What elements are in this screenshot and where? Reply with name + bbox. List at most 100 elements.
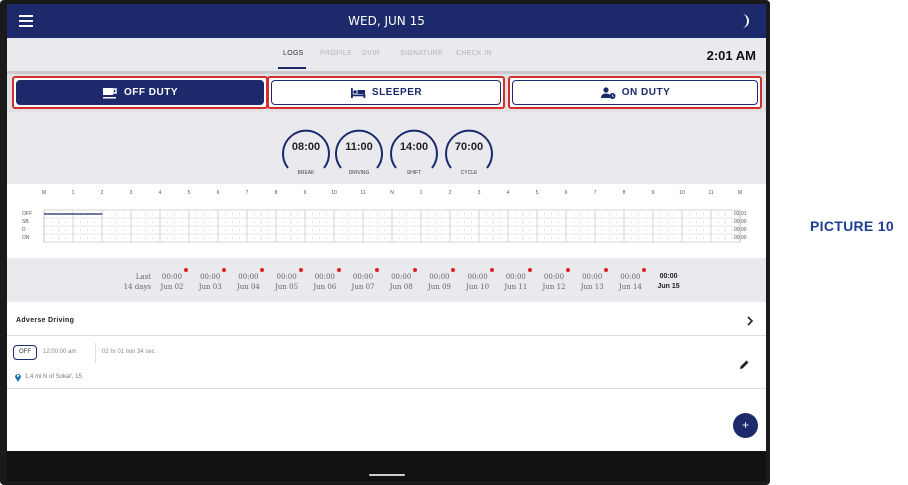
graph-hour-label: 2 xyxy=(100,190,104,196)
graph-hour-label: M xyxy=(41,190,47,196)
cycle-timer: 70:00 CYCLE xyxy=(444,126,494,176)
graph-hour-label: 9 xyxy=(651,190,655,196)
recap-day-hours: 00:00 xyxy=(276,273,297,281)
off-duty-button[interactable]: OFF DUTY xyxy=(12,76,268,109)
recap-day-date: Jun 03 xyxy=(198,283,222,291)
active-tab-indicator xyxy=(278,67,306,69)
app-screen: WED, JUN 15 LOGS PROFILE DVIR SIGNATURE … xyxy=(7,4,766,481)
home-handle[interactable] xyxy=(369,474,405,476)
recap-day-hours: 00:00 xyxy=(505,273,526,281)
recap-day[interactable]: 00:00 Jun 04 xyxy=(229,268,267,292)
driving-timer-value: 11:00 xyxy=(345,141,373,153)
recap-day-date: Jun 09 xyxy=(427,283,451,291)
recap-day-date: Jun 10 xyxy=(466,283,490,291)
system-nav-bar xyxy=(7,451,766,481)
graph-hour-label: 6 xyxy=(564,190,568,196)
graph-hour-label: M xyxy=(737,190,743,196)
tab-logs[interactable]: LOGS xyxy=(283,50,304,57)
tab-check-in[interactable]: CHECK IN xyxy=(456,50,492,57)
sleeper-label: SLEEPER xyxy=(371,87,423,98)
recap-day[interactable]: 00:00 Jun 08 xyxy=(382,268,420,292)
current-time: 2:01 AM xyxy=(706,48,756,63)
person-clock-icon xyxy=(600,86,616,99)
recap-day-date: Jun 08 xyxy=(389,283,413,291)
recap-day-date: Jun 05 xyxy=(275,283,299,291)
graph-hour-label: 4 xyxy=(158,190,162,196)
shift-timer-value: 14:00 xyxy=(399,141,429,153)
recap-day[interactable]: 00:00 Jun 03 xyxy=(191,268,229,292)
recap-day[interactable]: 00:00 Jun 14 xyxy=(611,268,649,292)
recap-day[interactable]: 00:00 Jun 09 xyxy=(420,268,458,292)
break-timer-value: 08:00 xyxy=(291,141,321,153)
picture-caption: PICTURE 10 xyxy=(810,218,894,234)
recap-day[interactable]: 00:00 Jun 13 xyxy=(573,268,611,292)
graph-hour-label: 3 xyxy=(477,190,481,196)
recap-day-hours: 00:00 xyxy=(352,273,374,281)
tab-profile[interactable]: PROFILE xyxy=(320,50,352,57)
on-duty-label: ON DUTY xyxy=(621,87,671,98)
violation-dot-icon xyxy=(527,268,532,272)
graph-hour-label: 9 xyxy=(303,190,307,196)
driving-timer: 11:00 DRIVING xyxy=(334,126,384,176)
hos-timers: 08:00 BREAK 11:00 DRIVING 14:00 SHIFT 70… xyxy=(7,112,766,184)
on-duty-button[interactable]: ON DUTY xyxy=(508,76,762,109)
recap-day-date: Jun 07 xyxy=(351,283,375,291)
graph-hour-label: 8 xyxy=(622,190,626,196)
driving-timer-label: DRIVING xyxy=(348,170,370,176)
graph-hour-label: 10 xyxy=(331,190,337,196)
graph-hour-label: 4 xyxy=(506,190,510,196)
graph-row-total: 02:01 xyxy=(734,211,747,217)
recap-day-date: Jun 15 xyxy=(657,283,680,290)
moon-icon[interactable] xyxy=(738,13,752,29)
recap-day[interactable]: 00:00 Jun 15 xyxy=(650,272,688,292)
shift-timer: 14:00 SHIFT xyxy=(389,126,439,176)
tab-dvir[interactable]: DVIR xyxy=(362,50,380,57)
log-event-row[interactable]: OFF 12:00:00 am 02 hr 01 min 34 sec 1.4 … xyxy=(7,337,766,389)
bed-icon xyxy=(350,87,366,98)
event-location: 1.4 mi N of Sokal', 15 xyxy=(25,374,82,380)
violation-dot-icon xyxy=(298,268,303,272)
chevron-right-icon xyxy=(747,316,754,326)
days-label: 14 days xyxy=(123,283,151,291)
recap-day[interactable]: 00:00 Jun 02 xyxy=(153,268,191,292)
graph-hour-label: 7 xyxy=(245,190,249,196)
graph-hour-label: 1 xyxy=(71,190,75,196)
graph-hour-label: 11 xyxy=(708,190,714,196)
top-app-bar: WED, JUN 15 xyxy=(7,4,766,38)
recap-day-date: Jun 11 xyxy=(504,283,528,291)
last-label: Last xyxy=(135,273,151,281)
recap-day[interactable]: 00:00 Jun 10 xyxy=(459,268,497,292)
recap-day[interactable]: 00:00 Jun 07 xyxy=(344,268,382,292)
violation-dot-icon xyxy=(489,268,494,272)
violation-dot-icon xyxy=(336,268,341,272)
tab-bar: LOGS PROFILE DVIR SIGNATURE CHECK IN 2:0… xyxy=(7,38,766,71)
graph-hour-label: 7 xyxy=(593,190,597,196)
recap-day[interactable]: 00:00 Jun 06 xyxy=(306,268,344,292)
graph-row-label: ON xyxy=(22,235,30,241)
recap-day-date: Jun 02 xyxy=(160,283,184,291)
recap-day[interactable]: 00:00 Jun 05 xyxy=(268,268,306,292)
cycle-timer-label: CYCLE xyxy=(460,170,478,176)
graph-hour-label: 5 xyxy=(187,190,191,196)
violation-dot-icon xyxy=(566,268,570,272)
sleeper-button[interactable]: SLEEPER xyxy=(267,76,505,109)
recap-day-hours: 00:00 xyxy=(161,273,183,281)
event-duration: 02 hr 01 min 34 sec xyxy=(102,349,155,355)
graph-row-label: D xyxy=(22,227,26,233)
break-timer: 08:00 BREAK xyxy=(281,126,331,176)
recap-day-hours: 00:00 xyxy=(543,273,565,281)
recap-day-date: Jun 14 xyxy=(618,283,642,291)
recap-day-hours: 00:00 xyxy=(314,273,335,281)
graph-row-label: OFF xyxy=(22,211,32,217)
location-pin-icon xyxy=(15,374,21,382)
recap-day[interactable]: 00:00 Jun 11 xyxy=(497,268,535,292)
graph-hour-label: 2 xyxy=(448,190,452,196)
graph-hour-label: 1 xyxy=(419,190,423,196)
tab-signature[interactable]: SIGNATURE xyxy=(400,50,443,57)
recap-day[interactable]: 00:00 Jun 12 xyxy=(535,268,573,292)
duty-status-selector: OFF DUTY SLEEPER ON DUTY xyxy=(7,74,766,112)
adverse-driving-row[interactable]: Adverse Driving xyxy=(7,306,766,336)
add-event-button[interactable]: + xyxy=(733,413,758,438)
edit-pencil-icon[interactable] xyxy=(739,359,750,370)
recap-day-hours: 00:00 xyxy=(200,273,221,281)
